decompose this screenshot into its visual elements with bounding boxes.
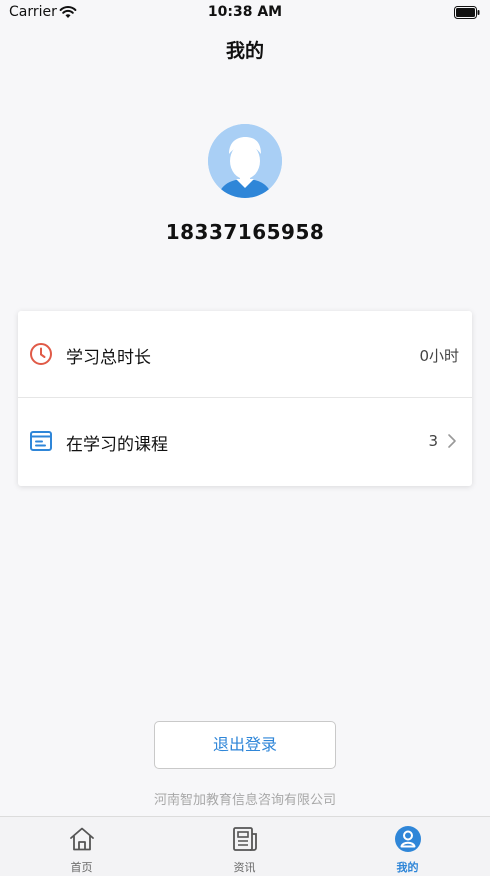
study-time-row: 学习总时长 0小时 — [18, 311, 472, 398]
user-avatar-icon[interactable] — [208, 124, 282, 198]
course-list-icon — [30, 431, 52, 451]
company-name: 河南智加教育信息咨询有限公司 — [153, 793, 336, 808]
battery-icon — [454, 6, 480, 19]
logout-button[interactable]: 退出登录 — [154, 721, 336, 769]
stats-card: 学习总时长 0小时 在学习的课程 3 — [18, 311, 472, 486]
tab-home[interactable]: 首页 — [0, 817, 163, 876]
study-time-label: 学习总时长 — [66, 348, 151, 368]
home-icon — [70, 827, 94, 851]
tab-news[interactable]: 资讯 — [163, 817, 326, 876]
status-time: 10:38 AM — [207, 4, 283, 20]
tab-bar: 首页 资讯 我的 — [0, 816, 490, 876]
tab-profile[interactable]: 我的 — [326, 817, 489, 876]
courses-label: 在学习的课程 — [66, 435, 168, 455]
study-time-value: 0小时 — [419, 347, 459, 365]
tab-home-label: 首页 — [70, 861, 93, 874]
courses-row[interactable]: 在学习的课程 3 — [18, 398, 472, 485]
status-bar: Carrier 10:38 AM — [0, 0, 490, 26]
chevron-right-icon — [448, 434, 456, 448]
profile-icon — [395, 826, 421, 852]
username: 18337165958 — [165, 220, 325, 244]
courses-count: 3 — [428, 432, 438, 450]
tab-news-label: 资讯 — [233, 861, 256, 874]
news-icon — [233, 827, 257, 851]
tab-profile-label: 我的 — [396, 861, 419, 874]
page-title: 我的 — [225, 40, 264, 62]
clock-icon — [30, 343, 52, 365]
